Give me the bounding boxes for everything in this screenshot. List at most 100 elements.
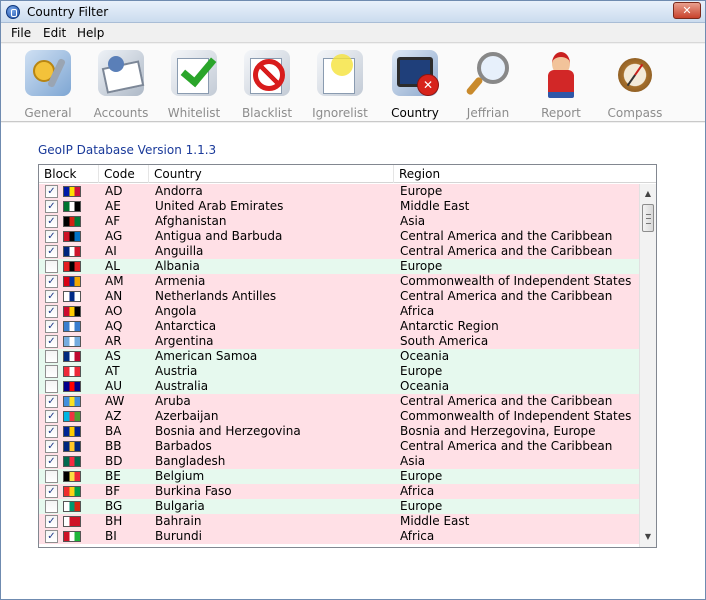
block-checkbox[interactable]: ✓ — [45, 305, 58, 318]
block-checkbox[interactable]: ✓ — [45, 335, 58, 348]
country-code-cell: AD — [105, 184, 123, 198]
scroll-up-icon[interactable]: ▲ — [640, 186, 656, 202]
country-code-cell: BF — [105, 484, 121, 498]
block-checkbox[interactable]: ✓ — [45, 200, 58, 213]
region-cell: Commonwealth of Independent States — [400, 274, 632, 288]
toolbar-button-compass[interactable]: Compass — [599, 48, 671, 120]
table-row[interactable]: BG Bulgaria Europe — [39, 499, 639, 514]
table-row[interactable]: ✓ BH Bahrain Middle East — [39, 514, 639, 529]
table-row[interactable]: AU Australia Oceania — [39, 379, 639, 394]
table-row[interactable]: AL Albania Europe — [39, 259, 639, 274]
country-name-cell: Bosnia and Herzegovina — [155, 424, 301, 438]
scrollbar-thumb[interactable] — [642, 204, 654, 232]
country-code-cell: AW — [105, 394, 125, 408]
block-checkbox[interactable] — [45, 350, 58, 363]
table-row[interactable]: AT Austria Europe — [39, 364, 639, 379]
compass-icon — [612, 50, 658, 96]
toolbar-button-ignorelist[interactable]: Ignorelist — [304, 48, 376, 120]
column-header-country[interactable]: Country — [149, 165, 394, 183]
toolbar-button-label: Accounts — [93, 106, 149, 120]
table-row[interactable]: ✓ BA Bosnia and Herzegovina Bosnia and Herz… — [39, 424, 639, 439]
country-name-cell: Albania — [155, 259, 200, 273]
toolbar-button-jeffrian[interactable]: Jeffrian — [452, 48, 524, 120]
block-checkbox[interactable]: ✓ — [45, 215, 58, 228]
vertical-scrollbar[interactable]: ▲ ▼ — [639, 184, 656, 547]
table-row[interactable]: ✓ BD Bangladesh Asia — [39, 454, 639, 469]
table-row[interactable]: BE Belgium Europe — [39, 469, 639, 484]
block-checkbox[interactable]: ✓ — [45, 425, 58, 438]
toolbar-button-blacklist[interactable]: Blacklist — [231, 48, 303, 120]
region-cell: Europe — [400, 469, 443, 483]
table-row[interactable]: ✓ AO Angola Africa — [39, 304, 639, 319]
block-checkbox[interactable]: ✓ — [45, 515, 58, 528]
column-header-code[interactable]: Code — [99, 165, 149, 183]
region-cell: Central America and the Caribbean — [400, 394, 613, 408]
column-header-region[interactable]: Region — [394, 165, 656, 183]
country-code-cell: AU — [105, 379, 122, 393]
table-row[interactable]: ✓ BI Burundi Africa — [39, 529, 639, 544]
region-cell: South America — [400, 334, 489, 348]
table-row[interactable]: ✓ BB Barbados Central America and the Carib… — [39, 439, 639, 454]
country-flag-icon — [63, 471, 81, 482]
block-checkbox[interactable] — [45, 380, 58, 393]
toolbar: General Accounts Whitelist Blacklist Ignorel… — [1, 44, 705, 122]
block-checkbox[interactable]: ✓ — [45, 320, 58, 333]
toolbar-button-report[interactable]: Report — [525, 48, 597, 120]
block-checkbox[interactable]: ✓ — [45, 275, 58, 288]
country-code-cell: AO — [105, 304, 123, 318]
toolbar-button-general[interactable]: General — [12, 48, 84, 120]
block-checkbox[interactable]: ✓ — [45, 185, 58, 198]
toolbar-button-accounts[interactable]: Accounts — [85, 48, 157, 120]
country-name-cell: Armenia — [155, 274, 206, 288]
block-checkbox[interactable]: ✓ — [45, 530, 58, 543]
table-row[interactable]: ✓ AM Armenia Commonwealth of Independent St… — [39, 274, 639, 289]
block-checkbox[interactable]: ✓ — [45, 440, 58, 453]
block-checkbox[interactable]: ✓ — [45, 245, 58, 258]
country-name-cell: Barbados — [155, 439, 212, 453]
country-name-cell: Bangladesh — [155, 454, 226, 468]
country-name-cell: Australia — [155, 379, 209, 393]
block-checkbox[interactable]: ✓ — [45, 485, 58, 498]
block-checkbox[interactable] — [45, 470, 58, 483]
table-row[interactable]: ✓ AF Afghanistan Asia — [39, 214, 639, 229]
block-checkbox[interactable] — [45, 365, 58, 378]
block-checkbox[interactable]: ✓ — [45, 395, 58, 408]
table-row[interactable]: ✓ AQ Antarctica Antarctic Region — [39, 319, 639, 334]
table-row[interactable]: ✓ AW Aruba Central America and the Caribbea… — [39, 394, 639, 409]
table-row[interactable]: ✓ AN Netherlands Antilles Central America a… — [39, 289, 639, 304]
table-row[interactable]: ✓ AE United Arab Emirates Middle East — [39, 199, 639, 214]
block-checkbox[interactable]: ✓ — [45, 410, 58, 423]
menu-edit[interactable]: Edit — [43, 26, 66, 40]
close-button[interactable]: ✕ — [673, 2, 701, 19]
country-flag-icon — [63, 426, 81, 437]
country-name-cell: Anguilla — [155, 244, 204, 258]
table-row[interactable]: ✓ AD Andorra Europe — [39, 184, 639, 199]
table-row[interactable]: AS American Samoa Oceania — [39, 349, 639, 364]
block-checkbox[interactable]: ✓ — [45, 455, 58, 468]
toolbar-button-whitelist[interactable]: Whitelist — [158, 48, 230, 120]
accounts-icon — [98, 50, 144, 96]
country-code-cell: AL — [105, 259, 120, 273]
country-flag-icon — [63, 216, 81, 227]
block-checkbox[interactable]: ✓ — [45, 230, 58, 243]
menu-file[interactable]: File — [11, 26, 31, 40]
table-row[interactable]: ✓ AR Argentina South America — [39, 334, 639, 349]
toolbar-button-country[interactable]: Country — [379, 48, 451, 120]
block-checkbox[interactable]: ✓ — [45, 290, 58, 303]
block-checkbox[interactable] — [45, 260, 58, 273]
menu-help[interactable]: Help — [77, 26, 104, 40]
country-name-cell: American Samoa — [155, 349, 258, 363]
block-checkbox[interactable] — [45, 500, 58, 513]
country-code-cell: AT — [105, 364, 120, 378]
scroll-down-icon[interactable]: ▼ — [640, 529, 656, 545]
table-row[interactable]: ✓ AI Anguilla Central America and the Carib… — [39, 244, 639, 259]
table-row[interactable]: ✓ AG Antigua and Barbuda Central America an… — [39, 229, 639, 244]
region-cell: Europe — [400, 499, 443, 513]
table-row[interactable]: ✓ BF Burkina Faso Africa — [39, 484, 639, 499]
toolbar-button-label: General — [24, 106, 72, 120]
table-row[interactable]: ✓ AZ Azerbaijan Commonwealth of Independent… — [39, 409, 639, 424]
country-name-cell: Azerbaijan — [155, 409, 219, 423]
title-bar[interactable]: Country Filter ✕ — [1, 1, 705, 23]
toolbar-button-label: Blacklist — [241, 106, 293, 120]
column-header-block[interactable]: Block — [39, 165, 99, 183]
